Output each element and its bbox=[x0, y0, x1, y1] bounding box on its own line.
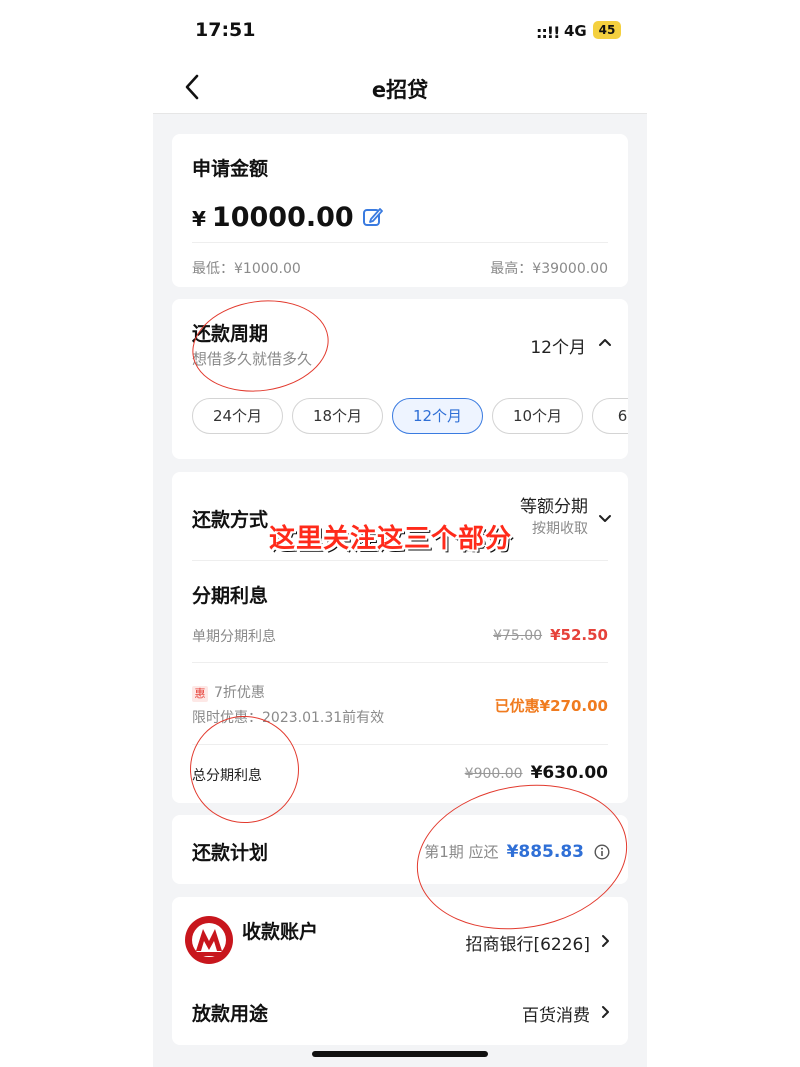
discount-badge: 惠 bbox=[192, 686, 208, 702]
apply-amount-card: 申请金额 ¥ 10000.00 最低：¥1000.00 最高：¥39000.00 bbox=[172, 134, 628, 287]
repayment-method-value[interactable]: 等额分期 bbox=[520, 492, 588, 517]
chevron-right-icon[interactable] bbox=[601, 934, 610, 948]
single-interest-label: 单期分期利息 bbox=[192, 629, 276, 645]
purpose-value[interactable]: 百货消费 bbox=[522, 1001, 590, 1026]
signal-icon: ::!! bbox=[536, 23, 560, 42]
repayment-method-sub: 按期收取 bbox=[532, 521, 588, 537]
page-title: e招贷 bbox=[371, 78, 429, 102]
account-value[interactable]: 招商银行[6226] bbox=[465, 930, 590, 955]
total-interest-original: ¥900.00 bbox=[464, 766, 523, 782]
single-interest-values: ¥75.00 ¥52.50 bbox=[493, 625, 608, 644]
divider bbox=[192, 560, 608, 561]
purpose-label: 放款用途 bbox=[192, 1003, 269, 1025]
battery-icon: 45 bbox=[593, 21, 621, 39]
divider bbox=[192, 662, 608, 663]
annotation-text: 这里关注这三个部分 bbox=[269, 524, 513, 554]
network-type: 4G bbox=[564, 22, 587, 40]
status-bar: 17:51 ::!! 4G 45 bbox=[153, 0, 647, 62]
period-option-6[interactable]: 6个月 bbox=[592, 398, 628, 434]
total-interest-values: ¥900.00 ¥630.00 bbox=[465, 763, 608, 783]
chevron-right-icon[interactable] bbox=[601, 1005, 610, 1019]
chevron-down-icon[interactable] bbox=[598, 514, 612, 524]
status-time: 17:51 bbox=[195, 19, 256, 41]
period-option-18[interactable]: 18个月 bbox=[292, 398, 383, 434]
repayment-plan-label: 还款计划 bbox=[192, 842, 269, 864]
single-interest-current: ¥52.50 bbox=[550, 626, 608, 644]
edit-icon[interactable] bbox=[362, 206, 384, 228]
divider bbox=[192, 242, 608, 243]
period-option-12[interactable]: 12个月 bbox=[392, 398, 483, 434]
home-indicator[interactable] bbox=[312, 1051, 488, 1057]
interest-title: 分期利息 bbox=[192, 585, 269, 607]
discount-saved: 已优惠¥270.00 bbox=[494, 697, 608, 715]
discount-title: 7折优惠 bbox=[214, 685, 265, 701]
period-option-10[interactable]: 10个月 bbox=[492, 398, 583, 434]
max-amount: 最高：¥39000.00 bbox=[490, 261, 608, 277]
apply-amount-label: 申请金额 bbox=[192, 158, 269, 180]
amount-row[interactable]: ¥ 10000.00 bbox=[192, 202, 384, 233]
discount-row: 惠 7折优惠 bbox=[192, 682, 265, 702]
total-interest-current: ¥630.00 bbox=[530, 763, 608, 783]
cmb-bank-logo-icon bbox=[185, 916, 233, 964]
min-amount: 最低：¥1000.00 bbox=[192, 261, 301, 277]
chevron-up-icon[interactable] bbox=[598, 337, 612, 347]
amount-value[interactable]: 10000.00 bbox=[212, 202, 354, 233]
period-options: 24个月18个月12个月10个月6个月 bbox=[192, 398, 628, 434]
single-interest-original: ¥75.00 bbox=[493, 628, 543, 644]
nav-bar: e招贷 bbox=[153, 62, 647, 114]
repayment-method-label: 还款方式 bbox=[192, 509, 269, 531]
currency-symbol: ¥ bbox=[192, 207, 206, 231]
selected-period[interactable]: 12个月 bbox=[530, 333, 586, 358]
account-label: 收款账户 bbox=[242, 921, 319, 943]
period-option-24[interactable]: 24个月 bbox=[192, 398, 283, 434]
